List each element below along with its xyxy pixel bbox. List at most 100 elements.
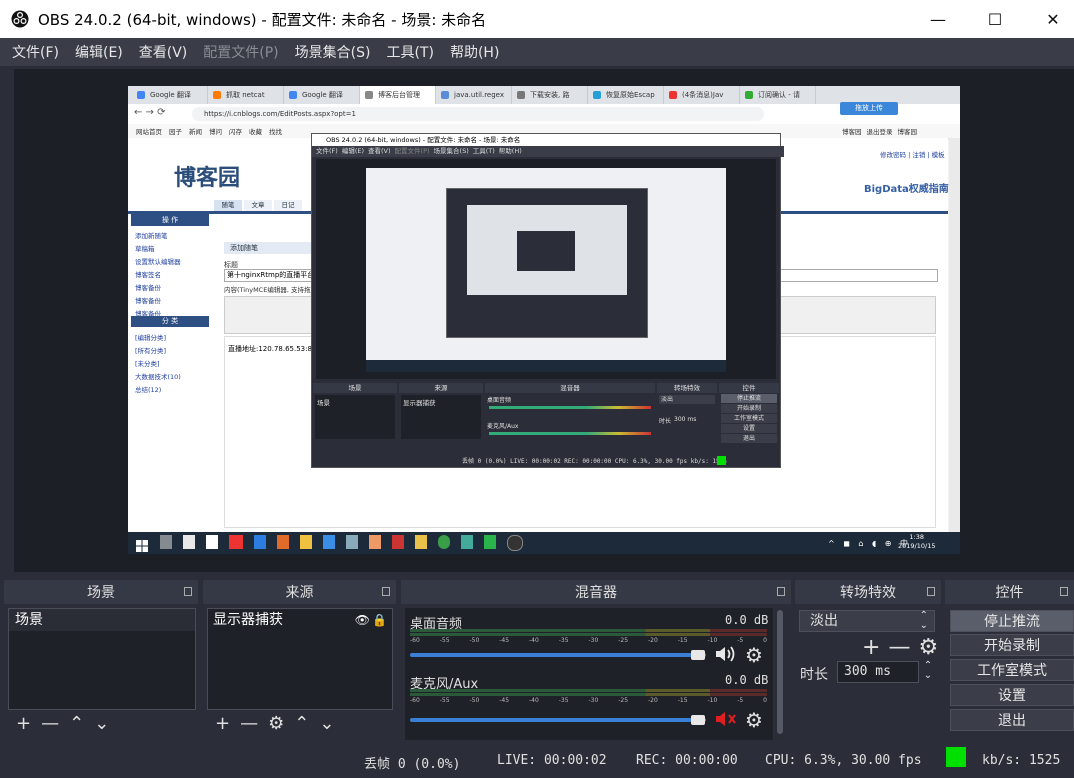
chrome-icon[interactable] <box>438 535 450 549</box>
menu-file[interactable]: 文件(F) <box>4 42 67 62</box>
speaker-icon[interactable] <box>714 644 736 664</box>
duration-input[interactable]: 300 ms <box>837 661 919 683</box>
upload-button[interactable]: 拖放上传 <box>840 102 898 115</box>
settings-button[interactable]: 设置 <box>950 684 1074 706</box>
browser-tab[interactable]: 恢复原始Escap <box>588 86 664 104</box>
remove-icon[interactable]: — <box>888 635 910 660</box>
dock-float-icon[interactable] <box>777 587 785 596</box>
store-icon[interactable] <box>183 535 195 549</box>
browser-tab[interactable]: (4条消息)Jav <box>664 86 740 104</box>
browser-tab[interactable]: 订阅确认 - 请 <box>740 86 816 104</box>
nav-link[interactable]: 收藏 <box>249 126 262 136</box>
category-link[interactable]: 大数据技术(10) <box>135 371 181 381</box>
sidebar-link[interactable]: 添加新随笔 <box>135 230 181 240</box>
app-icon[interactable] <box>229 535 243 549</box>
move-down-icon[interactable]: ⌄ <box>319 713 334 734</box>
nav-link[interactable]: 找找 <box>269 126 282 136</box>
dock-float-icon[interactable] <box>184 587 192 596</box>
stop-streaming-button[interactable]: 停止推流 <box>950 610 1074 632</box>
app-icon[interactable] <box>392 535 404 549</box>
browser-tab[interactable]: java.util.regex <box>436 86 512 104</box>
transition-select[interactable]: 淡出 ⌃ ⌄ <box>799 610 935 632</box>
studio-mode-button[interactable]: 工作室模式 <box>950 659 1074 681</box>
visibility-eye-icon[interactable]: 👁 <box>355 609 370 631</box>
menu-view[interactable]: 查看(V) <box>131 42 196 62</box>
move-up-icon[interactable]: ⌃ <box>69 713 84 734</box>
app-icon[interactable] <box>369 535 381 549</box>
browser-tab[interactable]: 下载安装, 路 <box>512 86 588 104</box>
dock-float-icon[interactable] <box>382 587 390 596</box>
menu-edit[interactable]: 编辑(E) <box>67 42 131 62</box>
volume-slider-knob[interactable] <box>691 650 705 660</box>
category-link[interactable]: [所有分类] <box>135 345 181 355</box>
browser-url-bar[interactable]: https://i.cnblogs.com/EditPosts.aspx?opt… <box>192 107 764 121</box>
page-scrollbar[interactable] <box>949 138 960 532</box>
nav-link[interactable]: 园子 <box>169 126 182 136</box>
dock-float-icon[interactable] <box>1060 587 1068 596</box>
app-icon[interactable] <box>461 535 473 549</box>
exit-button[interactable]: 退出 <box>950 709 1074 731</box>
duration-spinner[interactable]: ⌃ ⌄ <box>921 661 935 683</box>
add-icon[interactable]: + <box>16 713 31 734</box>
nav-link[interactable]: 新闻 <box>189 126 202 136</box>
volume-slider[interactable] <box>410 653 706 657</box>
category-link[interactable]: [编辑分类] <box>135 332 181 342</box>
nav-link[interactable]: 网站首页 <box>136 126 162 136</box>
task-view-icon[interactable] <box>160 535 172 549</box>
source-item[interactable]: 显示器捕获 👁 🔒 <box>208 609 392 631</box>
browser-tab[interactable]: Google 翻译 <box>132 86 208 104</box>
category-link[interactable]: [未分类] <box>135 358 181 368</box>
tab-essay[interactable]: 随笔 <box>214 200 242 211</box>
sidebar-link[interactable]: 设置默认编辑器 <box>135 256 181 266</box>
tab-diary[interactable]: 日记 <box>274 200 302 211</box>
account-links[interactable]: 修改密码 | 注销 | 模板 <box>880 149 945 159</box>
add-icon[interactable]: + <box>862 635 880 660</box>
lock-icon[interactable]: 🔒 <box>372 609 387 631</box>
browser-tab[interactable]: Google 翻译 <box>284 86 360 104</box>
volume-slider[interactable] <box>410 718 706 722</box>
nav-right-link[interactable]: 退出登录 <box>867 126 893 136</box>
taskbar-clock[interactable]: 1:38 2019/10/15 <box>898 533 935 551</box>
sidebar-link[interactable]: 博客备份 <box>135 282 181 292</box>
mail-icon[interactable] <box>206 535 218 549</box>
category-link[interactable]: 总结(12) <box>135 384 181 394</box>
app-icon[interactable] <box>323 535 335 549</box>
gear-icon[interactable]: ⚙ <box>918 635 938 660</box>
menu-scene-collection[interactable]: 场景集合(S) <box>287 42 379 62</box>
app-icon[interactable] <box>346 535 358 549</box>
gear-icon[interactable]: ⚙ <box>745 643 763 667</box>
folder-icon[interactable] <box>415 535 427 549</box>
sidebar-link[interactable]: 博客签名 <box>135 269 181 279</box>
nav-link[interactable]: 博问 <box>209 126 222 136</box>
media-icon[interactable] <box>300 535 312 549</box>
scene-item[interactable]: 场景 <box>9 609 195 631</box>
browser-tab-active[interactable]: 博客后台管理 <box>360 86 436 104</box>
dock-float-icon[interactable] <box>927 587 935 596</box>
source-list[interactable]: 显示器捕获 👁 🔒 <box>207 608 393 710</box>
app-icon[interactable] <box>277 535 289 549</box>
start-recording-button[interactable]: 开始录制 <box>950 634 1074 656</box>
nav-right-link[interactable]: 博客园 <box>842 126 862 136</box>
windows-start-icon[interactable] <box>136 537 148 552</box>
wechat-icon[interactable] <box>484 535 496 549</box>
obs-taskbar-icon[interactable] <box>507 535 523 551</box>
browser-tab[interactable]: 抓取 netcat <box>208 86 284 104</box>
sidebar-link[interactable]: 博客备份 <box>135 295 181 305</box>
remove-icon[interactable]: — <box>41 713 59 734</box>
menu-tools[interactable]: 工具(T) <box>378 42 441 62</box>
menu-profile[interactable]: 配置文件(P) <box>195 42 286 62</box>
remove-icon[interactable]: — <box>240 713 258 734</box>
scene-list[interactable]: 场景 <box>8 608 196 710</box>
gear-icon[interactable]: ⚙ <box>268 713 284 734</box>
nav-link[interactable]: 闪存 <box>229 126 242 136</box>
gear-icon[interactable]: ⚙ <box>745 708 763 732</box>
nav-right-link[interactable]: 博客园 <box>898 126 918 136</box>
tab-article[interactable]: 文章 <box>244 200 272 211</box>
mixer-scrollbar[interactable] <box>775 608 785 740</box>
muted-speaker-icon[interactable] <box>714 709 738 729</box>
menu-help[interactable]: 帮助(H) <box>442 42 507 62</box>
sidebar-link[interactable]: 草稿箱 <box>135 243 181 253</box>
move-up-icon[interactable]: ⌃ <box>294 713 309 734</box>
volume-slider-knob[interactable] <box>691 715 705 725</box>
minimize-button[interactable]: — <box>913 0 963 38</box>
